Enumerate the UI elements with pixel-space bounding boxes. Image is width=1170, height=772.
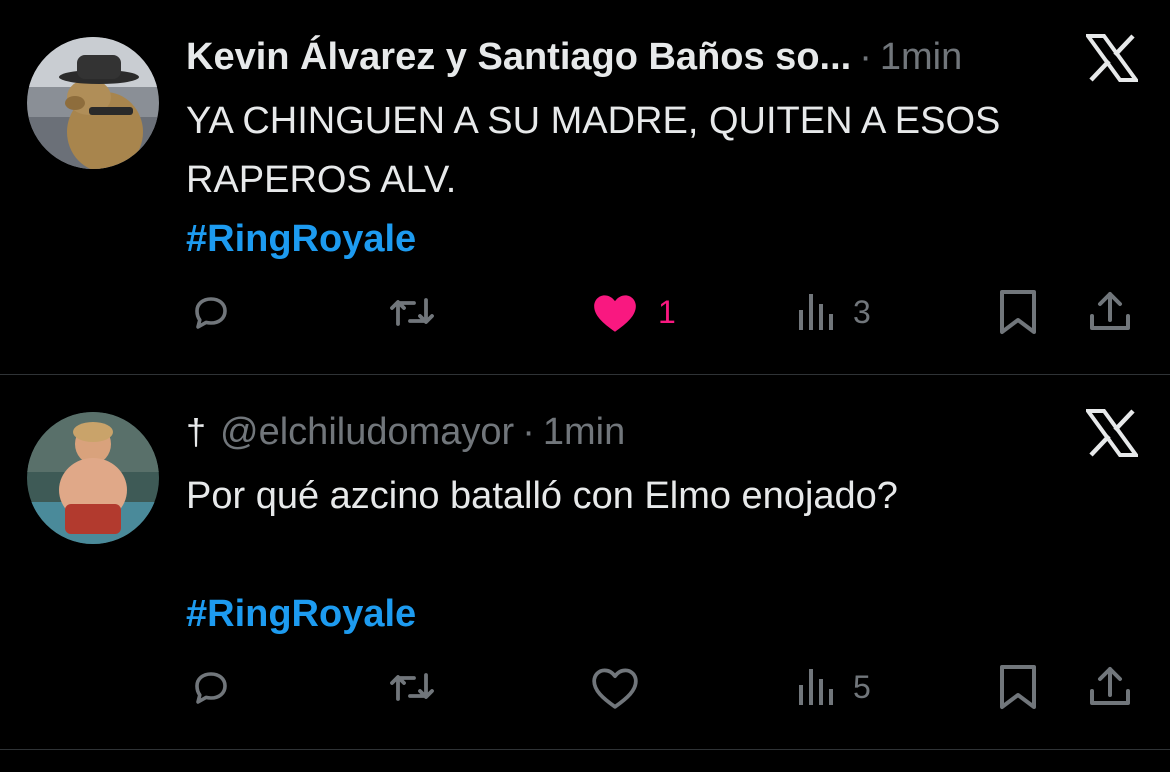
- timestamp[interactable]: 1min: [543, 411, 625, 454]
- hashtag-link[interactable]: #RingRoyale: [186, 210, 1136, 269]
- heart-icon: [592, 668, 638, 709]
- reply-button[interactable]: [187, 657, 235, 717]
- bookmark-button[interactable]: [996, 657, 1040, 717]
- tweet[interactable]: Kevin Álvarez y Santiago Baños so... · 1…: [0, 0, 1170, 375]
- retweet-icon: [390, 673, 434, 701]
- tweet-header: † @elchiludomayor · 1min: [186, 407, 625, 457]
- tweet-header: Kevin Álvarez y Santiago Baños so... · 1…: [186, 32, 962, 82]
- reply-icon: [195, 672, 227, 704]
- views-icon: [799, 669, 833, 705]
- share-icon: [1090, 292, 1130, 330]
- like-button[interactable]: [590, 657, 640, 717]
- author-name[interactable]: Kevin Álvarez y Santiago Baños so...: [186, 36, 851, 79]
- tweet-text: YA CHINGUEN A SU MADRE, QUITEN A ESOS RA…: [186, 92, 1136, 269]
- avatar[interactable]: [27, 412, 159, 544]
- reply-button[interactable]: [187, 282, 235, 342]
- bookmark-button[interactable]: [996, 282, 1040, 342]
- views-count: 5: [853, 668, 871, 705]
- like-count: 1: [658, 293, 676, 330]
- reply-icon: [195, 297, 227, 329]
- avatar[interactable]: [27, 37, 159, 169]
- separator-dot: ·: [522, 410, 535, 453]
- tweet-text-line: Por qué azcino batalló con Elmo enojado?: [186, 475, 898, 517]
- heart-icon: [594, 295, 636, 332]
- retweet-button[interactable]: [386, 657, 438, 717]
- author-handle[interactable]: @elchiludomayor: [220, 411, 514, 454]
- bookmark-icon: [1000, 665, 1036, 709]
- tweet[interactable]: † @elchiludomayor · 1min Por qué azcino …: [0, 375, 1170, 750]
- retweet-button[interactable]: [386, 282, 438, 342]
- x-logo-icon: [1084, 34, 1140, 82]
- tweet-text-line: YA CHINGUEN A SU MADRE, QUITEN A ESOS: [186, 100, 1001, 142]
- author-prefix: †: [186, 411, 207, 452]
- views-icon: [799, 294, 833, 330]
- share-button[interactable]: [1086, 282, 1134, 342]
- views-button[interactable]: 3: [795, 282, 871, 342]
- views-button[interactable]: 5: [795, 657, 871, 717]
- retweet-icon: [390, 298, 434, 326]
- timestamp[interactable]: 1min: [880, 36, 962, 79]
- share-icon: [1090, 667, 1130, 705]
- hashtag-link[interactable]: #RingRoyale: [186, 585, 1136, 644]
- tweet-text: Por qué azcino batalló con Elmo enojado?…: [186, 467, 1136, 644]
- action-bar: 1 3: [0, 282, 1170, 342]
- tweet-text-line: RAPEROS ALV.: [186, 159, 457, 201]
- separator-dot: ·: [859, 35, 872, 78]
- share-button[interactable]: [1086, 657, 1134, 717]
- views-count: 3: [853, 293, 871, 330]
- action-bar: 5: [0, 657, 1170, 717]
- bookmark-icon: [1000, 290, 1036, 334]
- like-button[interactable]: 1: [590, 282, 676, 342]
- x-logo-icon: [1084, 409, 1140, 457]
